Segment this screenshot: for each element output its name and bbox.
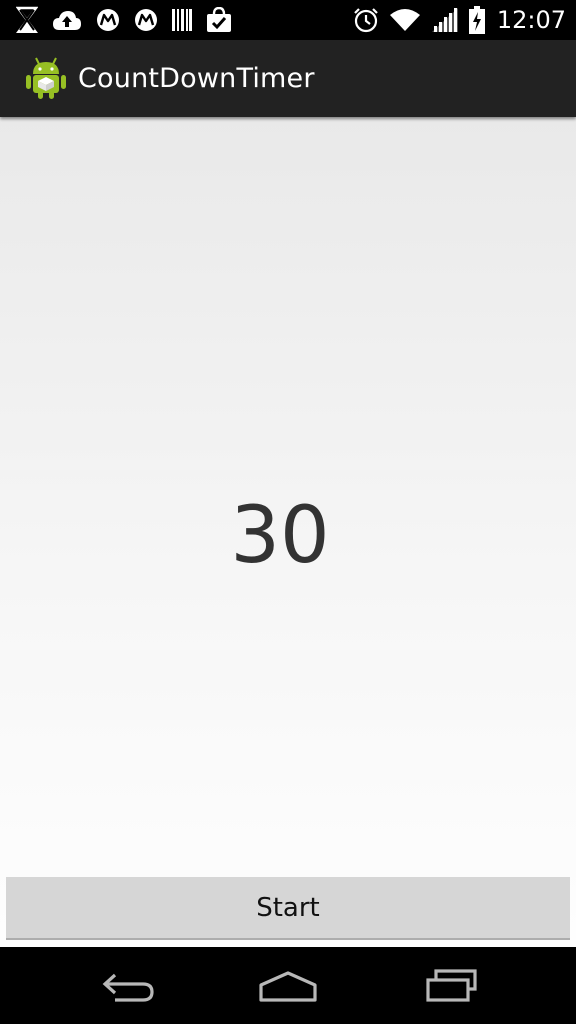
battery-charging-icon xyxy=(468,6,485,34)
barcode-icon xyxy=(172,8,192,32)
recent-apps-button[interactable] xyxy=(415,965,485,1009)
countdown-value: 30 xyxy=(230,491,330,581)
main-content: 30 Start xyxy=(0,117,576,947)
navigation-bar xyxy=(0,947,576,1024)
status-clock: 12:07 xyxy=(496,6,566,34)
screen: 12:07 CountDownTimer 30 Start xyxy=(0,0,576,1024)
notification-icons xyxy=(16,6,232,34)
back-button[interactable] xyxy=(93,965,163,1009)
cellular-signal-icon xyxy=(431,7,459,33)
shopping-bag-check-icon xyxy=(206,7,232,33)
cloud-upload-icon xyxy=(52,8,82,32)
home-button[interactable] xyxy=(253,965,323,1009)
back-icon xyxy=(93,967,163,1007)
system-icons: 12:07 xyxy=(353,6,566,34)
wifi-icon xyxy=(389,8,421,32)
action-bar: CountDownTimer xyxy=(0,40,576,117)
alarm-icon xyxy=(353,7,379,33)
start-button[interactable]: Start xyxy=(6,877,570,940)
home-icon xyxy=(253,967,323,1007)
status-bar: 12:07 xyxy=(0,0,576,40)
motorola-icon xyxy=(96,8,120,32)
notification-x-icon xyxy=(16,6,38,34)
app-title: CountDownTimer xyxy=(78,63,315,94)
recent-apps-icon xyxy=(415,967,485,1007)
motorola-icon xyxy=(134,8,158,32)
android-app-icon[interactable] xyxy=(24,56,68,100)
